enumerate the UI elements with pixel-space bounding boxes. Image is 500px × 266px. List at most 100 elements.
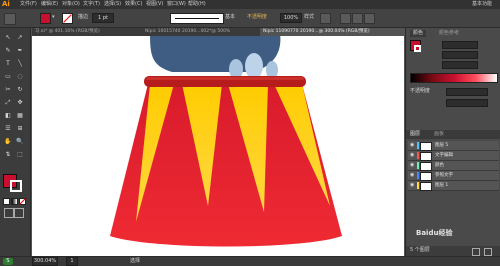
menu-item-4[interactable]: 选择(S) <box>104 0 121 9</box>
type-tool-icon[interactable]: T <box>4 60 12 68</box>
color-mode-icon[interactable] <box>3 198 10 205</box>
eye-icon[interactable]: ◉ <box>410 153 415 158</box>
direct-selection-tool-icon[interactable]: ↗ <box>16 34 24 42</box>
style-swatch-icon[interactable] <box>320 13 331 24</box>
rotate-tool-icon[interactable]: ↻ <box>16 86 24 94</box>
layers-tab[interactable]: 图层 <box>410 131 420 138</box>
layer-color-tag <box>417 172 419 179</box>
brush-definition-dropdown[interactable] <box>170 13 224 24</box>
chevron-down-icon[interactable]: ▾ <box>52 15 57 20</box>
color-slider-g[interactable] <box>442 51 478 59</box>
pen-tool-icon[interactable]: ✎ <box>4 47 12 55</box>
artboard-tool-icon[interactable]: ⬚ <box>16 151 24 159</box>
menu-item-0[interactable]: 文件(F) <box>20 0 37 9</box>
document-tab[interactable]: 马.ai* @ 401.16% (RGB/预览) <box>32 28 142 36</box>
document-tab[interactable]: Nipic 10015740 20190...002*@ 500% <box>142 28 260 36</box>
none-mode-icon[interactable] <box>19 198 26 205</box>
graph-tool-icon[interactable]: ▦ <box>16 112 24 120</box>
panel-blend-field[interactable] <box>446 99 488 107</box>
layer-count: 5 个图层 <box>410 247 430 253</box>
color-tab[interactable]: 颜色 <box>410 30 427 37</box>
scale-tool-icon[interactable]: ⤢ <box>4 99 12 107</box>
layer-thumbnail <box>420 152 432 161</box>
gradient-tool-icon[interactable]: ☰ <box>4 125 12 133</box>
document-tabs: 马.ai* @ 401.16% (RGB/预览) Nipic 10015740 2… <box>32 28 404 36</box>
status-app-icon: S <box>3 258 13 265</box>
eye-icon[interactable]: ◉ <box>410 183 415 188</box>
artboard[interactable] <box>32 36 404 256</box>
menu-item-1[interactable]: 编辑(E) <box>41 0 58 9</box>
panel-opacity-field[interactable] <box>446 88 488 96</box>
scissors-tool-icon[interactable]: ✂ <box>4 86 12 94</box>
app-logo: Ai <box>2 0 10 8</box>
ellipse-tool-icon[interactable]: ◌ <box>16 73 24 81</box>
opacity-label[interactable]: 不透明度 <box>247 13 267 22</box>
workspace-switcher[interactable]: 基本功能 <box>472 0 492 9</box>
toenail-middle <box>245 53 263 79</box>
opacity-field[interactable]: 100% <box>280 13 302 23</box>
layer-thumbnail <box>420 182 432 191</box>
layer-row[interactable]: ◉ 文字编辑 <box>408 151 499 161</box>
stroke-swatch[interactable] <box>10 180 22 192</box>
draw-normal-icon[interactable] <box>4 208 14 218</box>
eye-icon[interactable]: ◉ <box>410 163 415 168</box>
stroke-label: 描边 <box>78 14 89 20</box>
layer-name: 颜色 <box>435 163 444 168</box>
layer-row[interactable]: ◉ 颜色 <box>408 161 499 171</box>
layer-row[interactable]: ◉ 图层 5 <box>408 141 499 151</box>
color-spectrum-bar[interactable] <box>410 73 498 83</box>
eye-icon[interactable]: ◉ <box>410 143 415 148</box>
opacity-panel-label: 不透明度 <box>410 88 431 94</box>
layer-color-tag <box>417 182 419 189</box>
gradient-mode-icon[interactable] <box>11 198 18 205</box>
layer-name: 图层 5 <box>435 143 449 148</box>
menu-item-7[interactable]: 窗口(W) <box>167 0 186 9</box>
warp-tool-icon[interactable]: ✥ <box>16 99 24 107</box>
layer-row[interactable]: ◉ 参照文字 <box>408 171 499 181</box>
line-tool-icon[interactable]: ╲ <box>16 60 24 68</box>
selection-icon[interactable] <box>4 13 16 25</box>
brush-style-label: 基本 <box>225 14 236 20</box>
status-tool: 选择 <box>130 258 141 264</box>
transform-icon[interactable] <box>352 13 363 24</box>
layers-footer: 5 个图层 <box>406 246 500 256</box>
stroke-weight-field[interactable]: 1 pt <box>92 13 114 23</box>
menu-item-3[interactable]: 文字(T) <box>83 0 100 9</box>
layer-row[interactable]: ◉ 图层 1 <box>408 181 499 191</box>
artboards-tab[interactable]: 画板 <box>434 131 444 138</box>
brush-tool-icon[interactable]: ✒ <box>16 47 24 55</box>
layer-thumbnail <box>420 172 432 181</box>
menu-item-2[interactable]: 对象(O) <box>62 0 80 9</box>
hand-tool-icon[interactable]: ✋ <box>4 138 12 146</box>
selection-tool-icon[interactable]: ↖ <box>4 34 12 42</box>
isolate-icon[interactable] <box>364 13 375 24</box>
menu-item-6[interactable]: 视图(V) <box>146 0 163 9</box>
color-slider-b[interactable] <box>442 61 478 69</box>
menu-item-8[interactable]: 帮助(H) <box>188 0 206 9</box>
mesh-tool-icon[interactable]: ⊞ <box>16 125 24 133</box>
eye-icon[interactable]: ◉ <box>410 173 415 178</box>
align-icon[interactable] <box>340 13 351 24</box>
layer-color-tag <box>417 152 419 159</box>
stroke-color-swatch[interactable] <box>62 13 73 24</box>
layer-name: 图层 1 <box>435 183 449 188</box>
screen-mode-icon[interactable] <box>14 208 24 218</box>
layer-thumbnail <box>420 162 432 171</box>
color-guide-tab[interactable]: 颜色参考 <box>436 30 462 37</box>
right-panel: 颜色 颜色参考 不透明度 图层 画板 ◉ 图层 5 ◉ 文字编辑 ◉ 颜色 ◉ 参照文字 ◉ 图层… <box>405 28 500 256</box>
zoom-tool-icon[interactable]: 🔍 <box>16 138 24 146</box>
layer-name: 参照文字 <box>435 173 453 178</box>
trash-icon[interactable] <box>484 248 492 256</box>
document-tab[interactable]: Nipic 11090770 20190...@ 300.04% (RGB/预览… <box>260 28 404 36</box>
menu-item-5[interactable]: 效果(C) <box>125 0 142 9</box>
panel-stroke-swatch[interactable] <box>414 45 421 52</box>
layer-color-tag <box>417 142 419 149</box>
shape-builder-tool-icon[interactable]: ◧ <box>4 112 12 120</box>
color-slider-r[interactable] <box>442 41 478 49</box>
new-layer-icon[interactable] <box>472 248 480 256</box>
fill-color-swatch[interactable] <box>40 13 51 24</box>
rectangle-tool-icon[interactable]: ▭ <box>4 73 12 81</box>
control-bar: ▾ 描边 1 pt 基本 不透明度 100% 样式 <box>0 9 500 28</box>
swap-tool-icon[interactable]: ⇅ <box>4 151 12 159</box>
layer-thumbnail <box>420 142 432 151</box>
